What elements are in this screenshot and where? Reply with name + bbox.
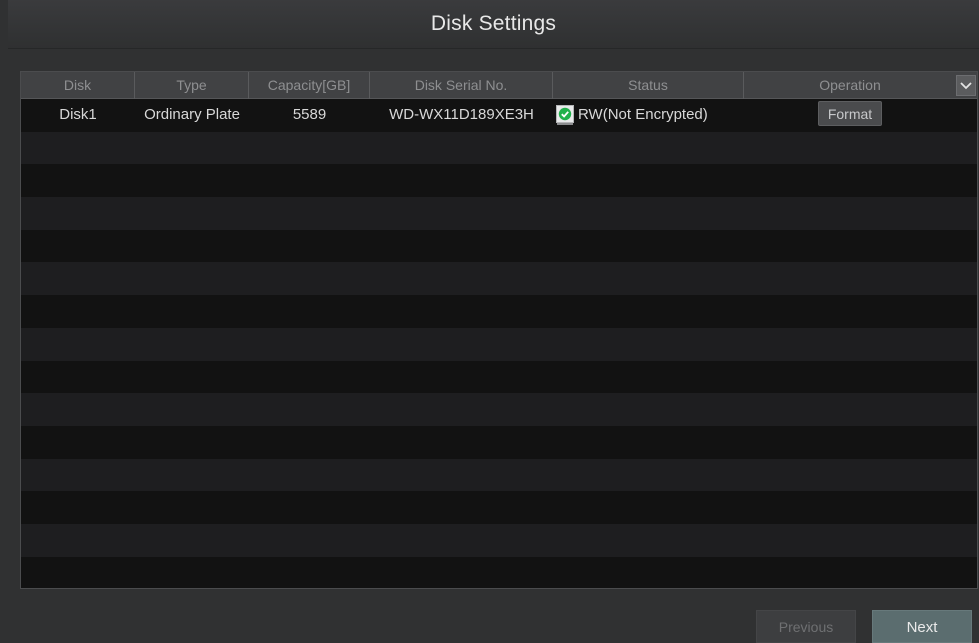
column-header-disk[interactable]: Disk <box>21 72 135 99</box>
disk-name: Disk1 <box>59 106 97 123</box>
table-row[interactable]: Disk1 Ordinary Plate 5589 WD-WX11D189XE3… <box>21 99 977 132</box>
empty-table-row <box>21 327 977 361</box>
previous-button[interactable]: Previous <box>756 610 856 643</box>
table-header: Disk Type Capacity[GB] Disk Serial No. S… <box>21 72 977 99</box>
empty-table-row <box>21 360 977 394</box>
format-button[interactable]: Format <box>818 101 882 127</box>
column-header-type[interactable]: Type <box>135 72 249 99</box>
chevron-down-icon <box>960 82 972 90</box>
page-title: Disk Settings <box>430 12 557 35</box>
column-header-operation[interactable]: Operation <box>744 72 956 99</box>
empty-table-row <box>21 295 977 328</box>
empty-table-row <box>21 425 977 459</box>
empty-table-row <box>21 523 977 557</box>
disk-type: Ordinary Plate <box>144 106 240 123</box>
check-circle-icon <box>556 104 574 125</box>
column-menu-button[interactable] <box>956 75 976 96</box>
disk-status: RW(Not Encrypted) <box>556 99 744 131</box>
empty-table-row <box>21 556 977 588</box>
next-button[interactable]: Next <box>872 610 972 643</box>
title-bar: Disk Settings <box>8 0 979 49</box>
empty-table-row <box>21 393 977 426</box>
column-header-serial[interactable]: Disk Serial No. <box>370 72 553 99</box>
empty-table-row <box>21 131 977 165</box>
disk-status-text: RW(Not Encrypted) <box>578 106 708 123</box>
empty-table-row <box>21 197 977 230</box>
disk-settings-window: Disk Settings Disk Type Capacity[GB] Dis… <box>0 0 979 643</box>
empty-table-row <box>21 491 977 524</box>
disk-capacity: 5589 <box>292 106 327 123</box>
empty-table-row <box>21 229 977 263</box>
disk-serial: WD-WX11D189XE3H <box>389 106 534 123</box>
empty-table-row <box>21 164 977 198</box>
table-body: Disk1 Ordinary Plate 5589 WD-WX11D189XE3… <box>21 99 977 588</box>
disk-table: Disk Type Capacity[GB] Disk Serial No. S… <box>20 71 978 589</box>
empty-table-row <box>21 458 977 492</box>
column-header-status[interactable]: Status <box>553 72 744 99</box>
empty-table-row <box>21 262 977 296</box>
disk-operation: Format <box>744 99 956 131</box>
column-header-capacity[interactable]: Capacity[GB] <box>249 72 370 99</box>
